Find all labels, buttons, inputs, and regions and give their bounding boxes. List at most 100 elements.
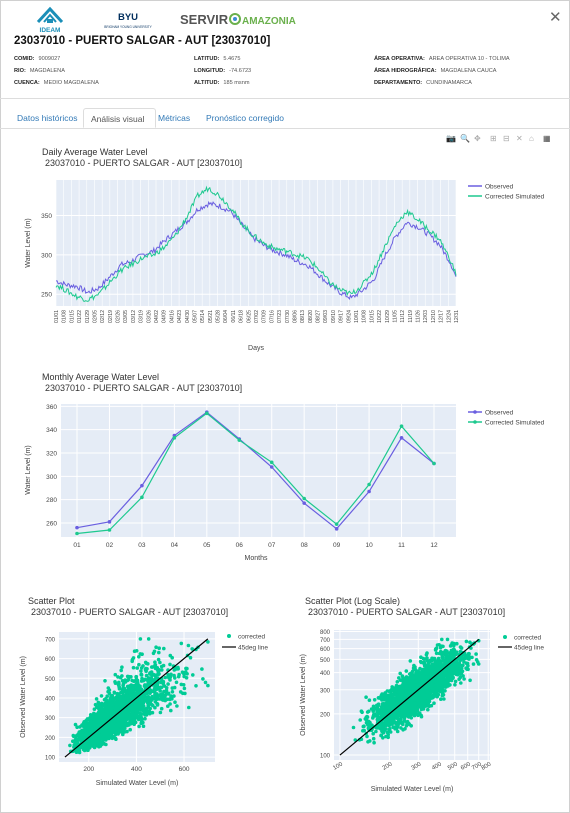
scatter-point [381,731,386,735]
data-point[interactable] [107,528,112,532]
scatter-point [101,729,106,733]
x-tick-label: 01/22 [77,310,83,323]
scatter-point [425,656,429,660]
scatter-point [402,692,406,696]
scatter-point [388,730,393,734]
data-point[interactable] [367,482,371,487]
scatter-point [441,644,445,649]
scatter-point [377,710,381,714]
data-point[interactable] [399,436,404,440]
data-point[interactable] [432,461,436,466]
scatter-point [144,708,149,713]
scatter-point [368,724,373,729]
scatter-point [450,641,454,645]
area-operativa-value: AREA OPERATIVA 10 - TOLIMA [428,56,510,62]
data-point[interactable] [172,436,177,440]
monthly-water-level-chart: Monthly Average Water Level 23037010 - P… [25,372,545,562]
scatter-point [107,728,112,733]
data-point[interactable] [302,501,306,505]
data-point[interactable] [107,520,112,524]
tab-metricas[interactable]: Métricas [158,108,190,128]
scatter-point [166,682,170,686]
legend-corrected-label[interactable]: corrected [238,634,265,641]
scatter-point [175,704,179,708]
scatter-point [100,701,104,706]
scatter-point [433,662,437,666]
data-point[interactable] [399,424,404,428]
legend-observed-label[interactable]: Observed [485,184,514,191]
legend-corrected-marker [227,634,231,638]
legend-corrected-label[interactable]: Corrected Simulated [485,194,545,201]
legend-observed-label[interactable]: Observed [485,410,514,417]
scatter-point [138,637,143,641]
scatter-point [97,744,101,749]
area-hidro-label: ÁREA HIDROGRÁFICA: [374,68,437,74]
tab-analisis-visual[interactable]: Análisis visual [83,108,156,128]
longitud-label: LONGITUD: [194,68,226,74]
data-point[interactable] [140,495,144,500]
x-tick-label: 12/24 [446,310,452,323]
scatterlog-x-axis-label: Simulated Water Level (m) [371,786,454,793]
x-tick-label: 200 [382,761,394,772]
scatter-point [416,713,420,718]
logo-bar: IDEAM BYU BRIGHAM YOUNG UNIVERSITY SERVI… [36,6,296,34]
data-point[interactable] [75,531,79,536]
daily-chart-title: Daily Average Water Level [42,147,148,157]
x-tick-label: 10/01 [354,310,360,323]
monthly-chart-title: Monthly Average Water Level [42,372,159,382]
data-point[interactable] [205,411,209,416]
scatter-point [141,694,145,699]
data-point[interactable] [269,465,274,469]
data-point[interactable] [334,522,339,526]
scatter-point [418,659,423,664]
scatter-point [152,649,157,654]
scatter-point [126,695,130,700]
data-point[interactable] [269,460,274,465]
x-tick-label: 06/18 [239,310,245,323]
x-tick-label: 02/19 [108,310,114,323]
scatter-point [110,733,114,738]
x-tick-label: 12/10 [431,310,437,323]
x-tick-label: 03/12 [131,310,137,323]
scatter-point [121,711,126,715]
close-icon[interactable]: ✕ [549,10,562,25]
data-point[interactable] [140,483,144,488]
x-tick-label: 03/05 [123,310,129,323]
scatter-point [411,675,416,679]
x-tick-label: 08/13 [300,310,306,323]
x-tick-label: 12/31 [454,310,460,323]
x-tick-label: 04/02 [154,310,160,323]
scatter-point [109,697,113,701]
legend-45deg-label[interactable]: 45deg line [514,645,544,652]
tab-pronostico-corregido[interactable]: Pronóstico corregido [206,108,284,128]
scatter-point [114,732,118,737]
scatter-point [148,711,153,715]
scatter-point [409,699,413,704]
legend-corrected-label[interactable]: Corrected Simulated [485,420,545,427]
legend-45deg-label[interactable]: 45deg line [238,645,268,652]
scatter-point [367,698,372,702]
scatter-point [95,705,99,710]
monthly-chart-subtitle: 23037010 - PUERTO SALGAR - AUT [23037010… [45,383,242,393]
data-point[interactable] [302,496,306,501]
scatter-point [424,671,428,676]
tab-datos-historicos[interactable]: Datos históricos [17,108,77,128]
scatter-point [408,659,413,663]
scatter-point [201,677,205,681]
data-point[interactable] [237,438,242,442]
x-tick-label: 02/12 [100,310,106,323]
scatter-point [114,704,119,709]
legend-corrected-label[interactable]: corrected [514,635,541,642]
monthly-plot-area[interactable] [61,404,456,537]
data-point[interactable] [334,527,339,531]
scatter-point [401,728,405,732]
scatter-point [141,664,145,668]
departamento-row: DEPARTAMENTO: CUNDINAMARCA [374,80,472,86]
data-point[interactable] [367,489,371,494]
scatter-point [153,705,157,710]
data-point[interactable] [75,525,79,530]
x-tick-label: 08/06 [292,310,298,323]
scatter-point [384,734,388,739]
daily-chart-subtitle: 23037010 - PUERTO SALGAR - AUT [23037010… [45,158,242,168]
scatter-point [424,653,429,657]
